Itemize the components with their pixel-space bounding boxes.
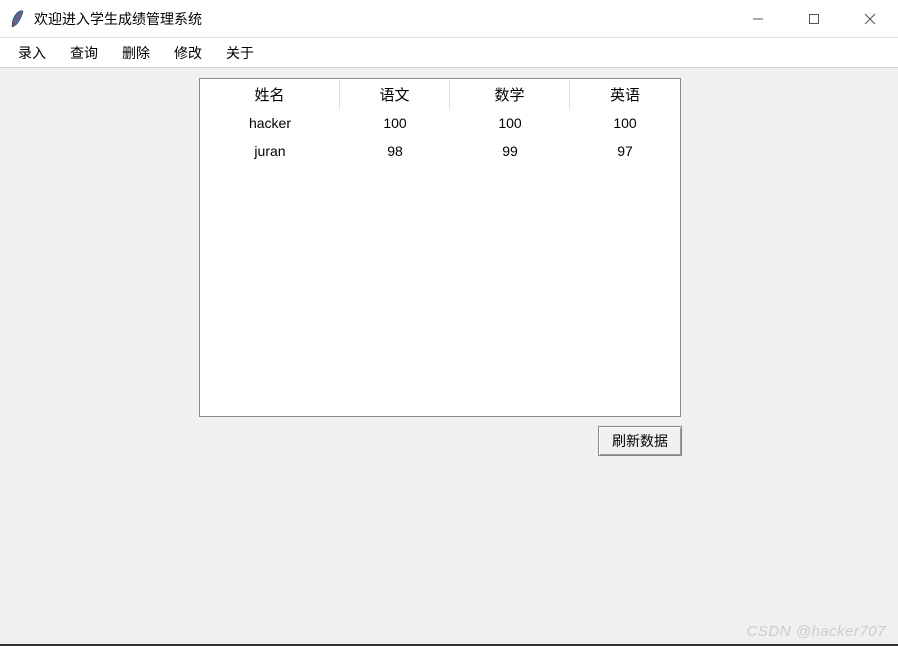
cell-math: 99 (450, 143, 570, 159)
table-header-row: 姓名 语文 数学 英语 (200, 79, 680, 109)
grades-table[interactable]: 姓名 语文 数学 英语 hacker 100 100 100 juran 98 … (199, 78, 681, 417)
cell-name: hacker (200, 115, 340, 131)
minimize-button[interactable] (730, 0, 786, 37)
header-name[interactable]: 姓名 (200, 80, 340, 109)
content-area: 姓名 语文 数学 英语 hacker 100 100 100 juran 98 … (0, 68, 898, 646)
cell-chinese: 100 (340, 115, 450, 131)
cell-name: juran (200, 143, 340, 159)
window-title: 欢迎进入学生成绩管理系统 (34, 9, 202, 29)
header-math[interactable]: 数学 (450, 80, 570, 109)
header-english[interactable]: 英语 (570, 80, 680, 109)
cell-chinese: 98 (340, 143, 450, 159)
menu-entry-query[interactable]: 查询 (58, 38, 110, 67)
close-button[interactable] (842, 0, 898, 37)
menu-entry-modify[interactable]: 修改 (162, 38, 214, 67)
window-controls (730, 0, 898, 37)
menu-entry-about[interactable]: 关于 (214, 38, 266, 67)
refresh-button[interactable]: 刷新数据 (598, 426, 682, 456)
maximize-button[interactable] (786, 0, 842, 37)
cell-math: 100 (450, 115, 570, 131)
cell-english: 100 (570, 115, 680, 131)
table-row[interactable]: hacker 100 100 100 (200, 109, 680, 137)
tk-feather-icon (8, 10, 26, 28)
table-row[interactable]: juran 98 99 97 (200, 137, 680, 165)
menubar: 录入 查询 删除 修改 关于 (0, 38, 898, 68)
menu-entry-input[interactable]: 录入 (6, 38, 58, 67)
watermark-text: CSDN @hacker707 (747, 623, 886, 640)
menu-entry-delete[interactable]: 删除 (110, 38, 162, 67)
cell-english: 97 (570, 143, 680, 159)
window-titlebar: 欢迎进入学生成绩管理系统 (0, 0, 898, 38)
header-chinese[interactable]: 语文 (340, 80, 450, 109)
